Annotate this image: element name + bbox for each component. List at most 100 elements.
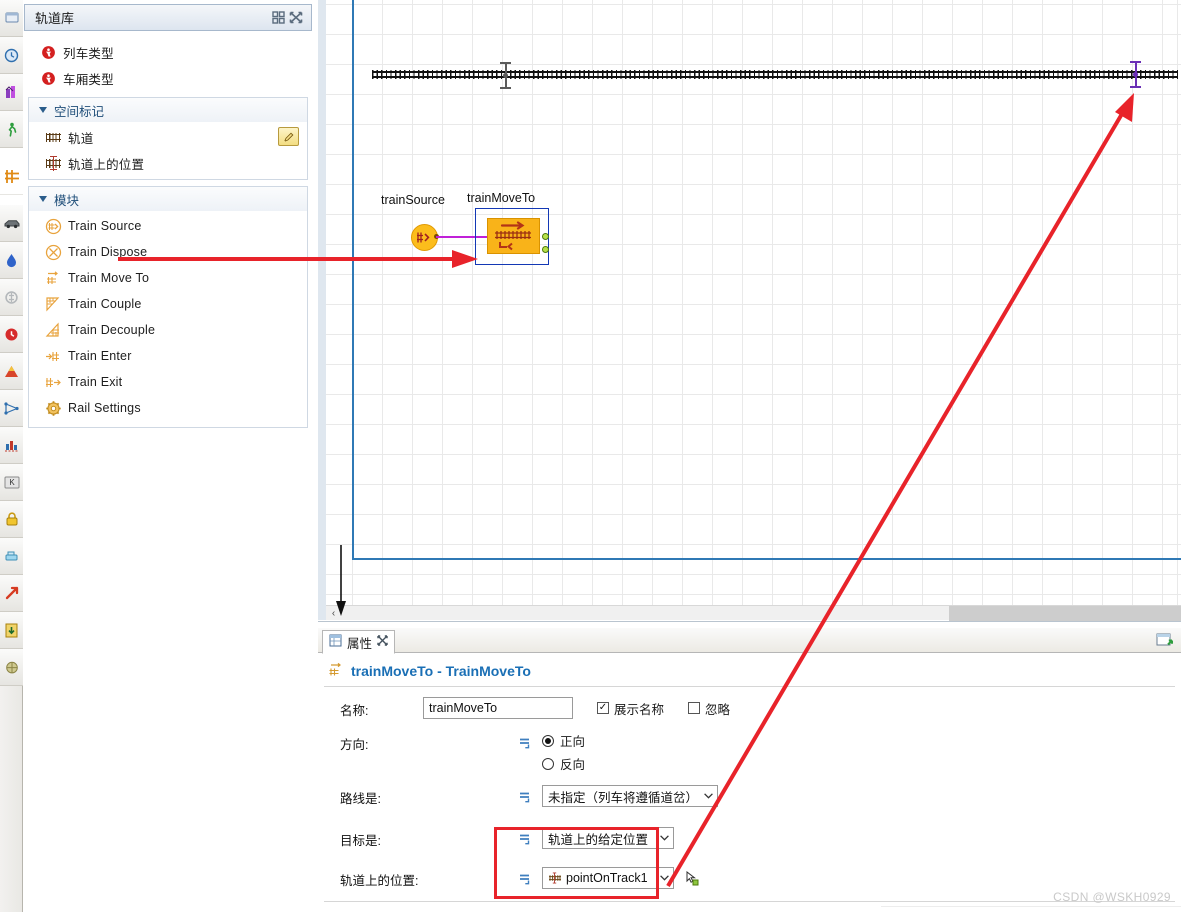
point-on-track-icon xyxy=(41,155,65,171)
library-group-modules-header[interactable]: 模块 xyxy=(28,186,308,211)
dynamic-value-icon[interactable] xyxy=(518,788,534,804)
rail-icon-connectivity[interactable] xyxy=(0,538,23,575)
rail-icon-process-modeling[interactable] xyxy=(0,316,23,353)
train-move-to-icon xyxy=(328,662,344,680)
rail-icon-agent[interactable] xyxy=(0,353,23,390)
rail-icon-road-traffic[interactable] xyxy=(0,205,23,242)
tab-properties[interactable]: 属性 xyxy=(322,630,396,654)
properties-bottom-divider xyxy=(324,901,1175,902)
library-item-train-type[interactable]: 列车类型 xyxy=(24,39,312,65)
track-shape[interactable] xyxy=(372,70,1178,79)
library-item-point-on-track[interactable]: 轨道上的位置 xyxy=(29,150,307,176)
select-on-canvas-icon[interactable] xyxy=(685,870,700,886)
library-item-train-source[interactable]: Train Source xyxy=(29,213,307,239)
edit-track-pencil-icon[interactable] xyxy=(278,127,299,146)
scrollbar-trough[interactable] xyxy=(341,605,1181,621)
library-item-train-dispose[interactable]: Train Dispose xyxy=(29,239,307,265)
chevron-down-icon[interactable] xyxy=(655,868,673,888)
scroll-left-arrow-icon[interactable]: ‹ xyxy=(326,606,341,621)
rail-icon-clock[interactable] xyxy=(0,37,23,74)
scrollbar-thumb[interactable] xyxy=(949,605,1181,621)
rail-icon-security[interactable] xyxy=(0,501,23,538)
train-source-icon xyxy=(41,218,65,235)
radio-forward-label: 正向 xyxy=(560,735,586,749)
track-rail-bottom xyxy=(372,76,1178,78)
track-rail-top xyxy=(372,71,1178,73)
show-name-checkbox[interactable]: ✓ xyxy=(597,702,609,714)
ignore-checkbox-group[interactable]: 忽略 xyxy=(688,699,730,718)
rail-icon-import[interactable] xyxy=(0,612,23,649)
route-dropdown[interactable]: 未指定（列车将遵循道岔） xyxy=(542,785,718,807)
radio-forward-control[interactable] xyxy=(542,734,554,747)
field-row-target: 目标是: 轨道上的给定位置 xyxy=(318,824,1181,854)
maximize-panel-icon[interactable] xyxy=(287,9,305,27)
library-item-train-decouple[interactable]: Train Decouple xyxy=(29,317,307,343)
rail-icon-network[interactable] xyxy=(0,390,23,427)
restore-panel-icon[interactable] xyxy=(269,9,287,27)
field-row-direction: 方向: 正向 反向 xyxy=(318,728,1181,773)
model-canvas[interactable]: trainSource trainMoveTo xyxy=(326,0,1181,620)
train-exit-icon xyxy=(41,374,65,391)
radio-backward-control[interactable] xyxy=(542,757,554,770)
library-group-spatial-markup-header[interactable]: 空间标记 xyxy=(28,97,308,122)
field-label-target: 目标是: xyxy=(340,834,381,848)
library-item-train-couple[interactable]: Train Couple xyxy=(29,291,307,317)
rail-icon-presentation[interactable] xyxy=(0,0,23,37)
name-input[interactable] xyxy=(423,697,573,719)
library-item-train-move-to[interactable]: Train Move To xyxy=(29,265,307,291)
rail-icon-fluid[interactable] xyxy=(0,242,23,279)
radio-direction-forward[interactable]: 正向 xyxy=(542,731,585,750)
show-name-checkbox-group[interactable]: ✓ 展示名称 xyxy=(597,699,664,718)
rail-divider-2 xyxy=(0,195,23,205)
library-item-rail-settings[interactable]: Rail Settings xyxy=(29,395,307,421)
library-group-title: 模块 xyxy=(54,193,80,208)
library-item-label: 轨道 xyxy=(68,131,94,146)
target-dropdown[interactable]: 轨道上的给定位置 xyxy=(542,827,674,849)
rail-icon-analysis[interactable] xyxy=(0,575,23,612)
point-on-track-marker[interactable] xyxy=(1130,61,1141,88)
rail-icon-rail-library[interactable] xyxy=(0,158,23,195)
point-on-track-dropdown-value: pointOnTrack1 xyxy=(548,871,655,885)
rail-icon-controls[interactable]: K xyxy=(0,464,23,501)
train-enter-icon xyxy=(41,348,65,365)
point-on-track-dropdown[interactable]: pointOnTrack1 xyxy=(542,867,674,889)
route-dropdown-value: 未指定（列车将遵循道岔） xyxy=(548,790,699,805)
library-group-title: 空间标记 xyxy=(54,104,105,119)
library-item-car-type[interactable]: 车厢类型 xyxy=(24,65,312,91)
library-item-train-enter[interactable]: Train Enter xyxy=(29,343,307,369)
rail-icon-material-handling[interactable] xyxy=(0,279,23,316)
library-item-train-exit[interactable]: Train Exit xyxy=(29,369,307,395)
field-row-point-on-track: 轨道上的位置: pointOnTrack1 xyxy=(318,864,1181,894)
field-label-point-on-track: 轨道上的位置: xyxy=(340,874,419,888)
train-move-to-out-port-1[interactable] xyxy=(542,233,549,240)
close-icon[interactable] xyxy=(377,635,388,649)
chevron-down-icon[interactable] xyxy=(699,786,717,806)
field-row-route: 路线是: 未指定（列车将遵循道岔） xyxy=(318,782,1181,812)
block-label-train-source: trainSource xyxy=(381,193,445,207)
canvas-bottom-divider xyxy=(318,621,1181,622)
dynamic-value-icon[interactable] xyxy=(518,734,534,750)
dynamic-value-icon[interactable] xyxy=(518,830,534,846)
rail-icon-3d-objects[interactable] xyxy=(0,649,23,686)
library-item-label: Train Couple xyxy=(68,297,142,311)
properties-title-divider xyxy=(324,686,1175,687)
watermark-rule xyxy=(881,906,1181,907)
chevron-down-icon[interactable] xyxy=(655,828,673,848)
track-icon xyxy=(41,132,65,142)
library-item-track[interactable]: 轨道 xyxy=(29,124,307,150)
model-canvas-area[interactable]: trainSource trainMoveTo ‹ xyxy=(318,0,1181,628)
train-move-to-block[interactable] xyxy=(487,218,540,254)
ignore-checkbox[interactable] xyxy=(688,702,701,714)
rail-icon-statistics[interactable] xyxy=(0,427,23,464)
block-label-train-move-to: trainMoveTo xyxy=(467,191,536,205)
properties-tab-icon xyxy=(329,634,342,650)
canvas-horizontal-scrollbar[interactable]: ‹ xyxy=(326,605,1181,621)
maximize-properties-icon[interactable] xyxy=(1155,631,1175,649)
radio-direction-backward[interactable]: 反向 xyxy=(542,754,585,773)
rail-icon-chart[interactable] xyxy=(0,74,23,111)
track-stop-marker[interactable] xyxy=(500,62,511,89)
marker-dot xyxy=(503,73,508,78)
rail-icon-pedestrian[interactable] xyxy=(0,111,23,148)
dynamic-value-icon[interactable] xyxy=(518,870,534,886)
train-move-to-out-port-2[interactable] xyxy=(542,246,549,253)
